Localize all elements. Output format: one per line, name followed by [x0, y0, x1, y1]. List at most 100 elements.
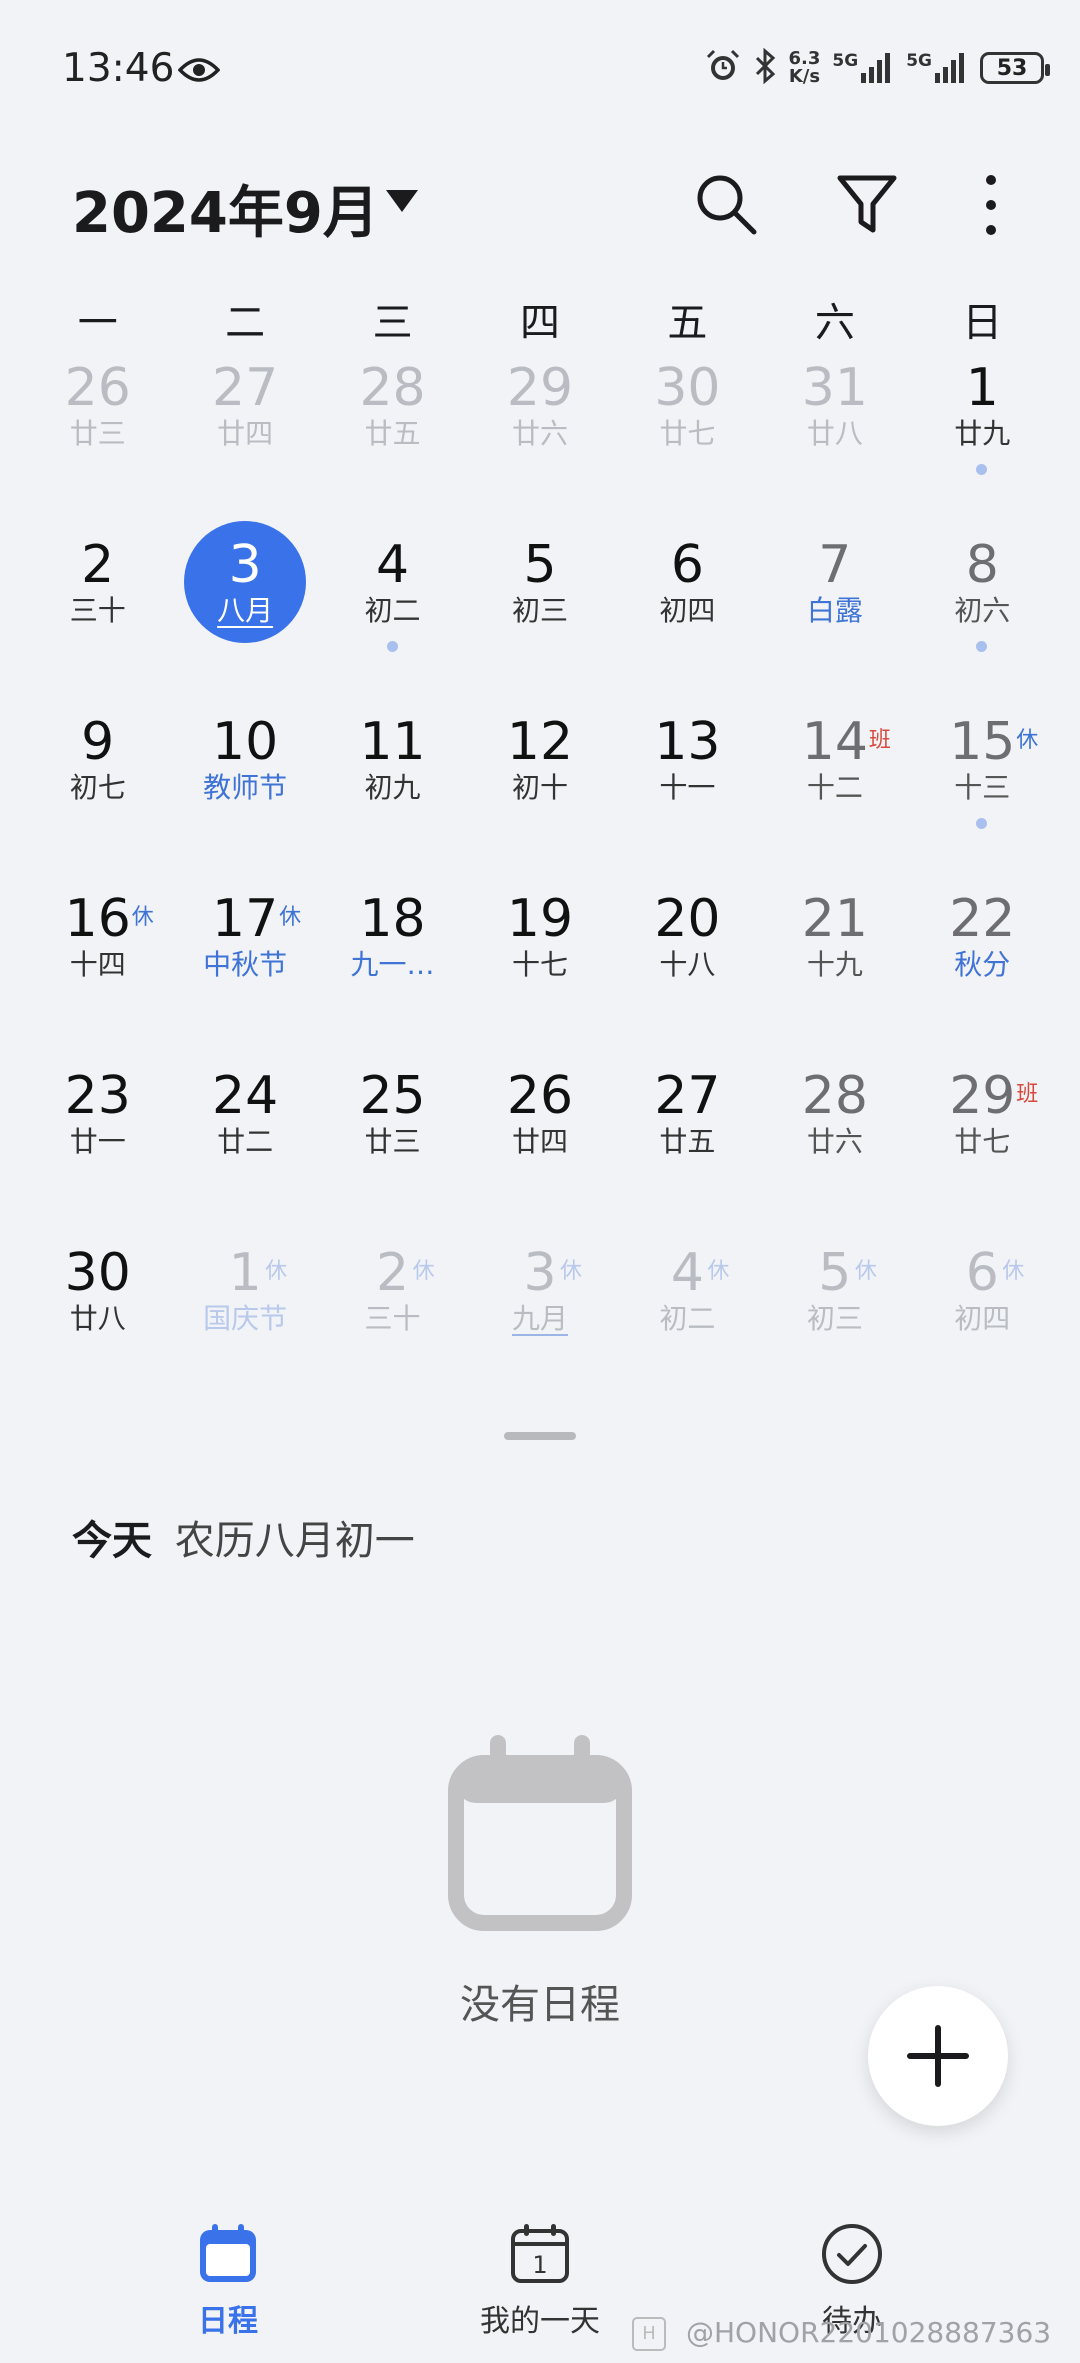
lunar-date: 十一	[659, 771, 716, 804]
nav-item-schedule[interactable]: 日程	[128, 2222, 328, 2340]
day-cell[interactable]: 4 初二 休	[614, 1245, 761, 1422]
day-cell[interactable]: 3 八月	[171, 521, 318, 714]
day-cell[interactable]: 7 白露	[761, 537, 908, 714]
day-cell[interactable]: 8 初六	[909, 537, 1056, 714]
day-cell[interactable]: 27 廿五	[614, 1068, 761, 1245]
weekday-sat: 六	[814, 300, 855, 346]
month-grid: 26 廿三 27 廿四 28 廿五 29 廿六 30 廿七 31 廿八 1 廿九 2 三十 3 八月 4 初二 5 初三 6…	[24, 360, 1056, 1422]
day-number: 13	[654, 712, 721, 772]
lunar-date: 十七	[511, 948, 568, 981]
net-speed: 6.3 K/s	[789, 50, 821, 86]
watermark: H @HONOR2201028887363	[632, 2316, 1051, 2351]
day-cell[interactable]: 23 廿一	[24, 1068, 171, 1245]
day-cell[interactable]: 30 廿七	[614, 360, 761, 537]
day-cell[interactable]: 20 十八	[614, 891, 761, 1068]
day-cell[interactable]: 12 初十	[466, 714, 613, 891]
more-button[interactable]	[946, 160, 1036, 250]
lunar-date: 十二	[806, 771, 863, 804]
search-button[interactable]	[682, 160, 772, 250]
month-title[interactable]: 2024年9月	[72, 168, 379, 249]
calendar-icon	[200, 2224, 256, 2282]
holiday-badge: 休	[559, 1259, 582, 1284]
lunar-date: 初十	[511, 771, 568, 804]
weekday-thu: 四	[519, 300, 560, 346]
lunar-date: 初九	[364, 771, 421, 804]
day-number: 31	[801, 358, 868, 418]
eye-icon	[177, 56, 221, 88]
day-cell[interactable]: 21 十九	[761, 891, 908, 1068]
day-cell[interactable]: 1 廿九	[909, 360, 1056, 537]
lunar-date: 初四	[659, 594, 716, 627]
lunar-date: 廿九	[954, 417, 1011, 450]
day-cell[interactable]: 13 十一	[614, 714, 761, 891]
day-cell[interactable]: 22 秋分	[909, 891, 1056, 1068]
day-cell[interactable]: 14 十二班	[761, 714, 908, 891]
lunar-date: 廿五	[659, 1125, 716, 1158]
workday-badge: 班	[868, 728, 891, 753]
lunar-date: 秋分	[954, 948, 1011, 981]
day-cell[interactable]: 5 初三 休	[761, 1245, 908, 1422]
lunar-date: 九月	[511, 1302, 568, 1335]
day-number: 28	[359, 358, 426, 418]
day-cell[interactable]: 16 十四休	[24, 891, 171, 1068]
day-cell[interactable]: 26 廿三	[24, 360, 171, 537]
holiday-badge: 休	[412, 1259, 435, 1284]
add-event-button[interactable]	[868, 1986, 1008, 2126]
day-cell[interactable]: 28 廿五	[319, 360, 466, 537]
day-cell[interactable]: 2 三十 休	[319, 1245, 466, 1422]
nav-label-schedule: 日程	[198, 2304, 258, 2339]
day-cell[interactable]: 1 国庆节 休	[171, 1245, 318, 1422]
bluetooth-icon	[753, 47, 777, 88]
day-number: 9	[81, 712, 115, 772]
day-number: 6	[670, 535, 704, 595]
alarm-icon	[705, 48, 741, 88]
day-cell[interactable]: 6 初四	[614, 537, 761, 714]
day-cell[interactable]: 26 廿四	[466, 1068, 613, 1245]
day-cell[interactable]: 25 廿三	[319, 1068, 466, 1245]
day-cell[interactable]: 29 廿六	[466, 360, 613, 537]
lunar-date: 初二	[659, 1302, 716, 1335]
day-cell[interactable]: 30 廿八	[24, 1245, 171, 1422]
today-label: 今天	[72, 1518, 152, 1564]
month-dropdown-icon[interactable]	[386, 190, 418, 212]
day-number: 27	[654, 1066, 721, 1126]
day-number: 30	[64, 1243, 131, 1303]
drag-handle[interactable]	[504, 1432, 576, 1440]
day-number: 10	[212, 712, 279, 772]
lunar-date: 十四	[69, 948, 126, 981]
day-number: 1	[965, 358, 999, 418]
day-cell[interactable]: 2 三十	[24, 537, 171, 714]
holiday-badge: 休	[265, 1259, 288, 1284]
holiday-badge: 休	[1002, 1259, 1025, 1284]
lunar-date: 初三	[806, 1302, 863, 1335]
day-number: 22	[949, 889, 1016, 949]
filter-button[interactable]	[822, 160, 912, 250]
day-cell[interactable]: 28 廿六	[761, 1068, 908, 1245]
day-cell[interactable]: 15 十三休	[909, 714, 1056, 891]
day-cell[interactable]: 18 九一…	[319, 891, 466, 1068]
day-cell[interactable]: 19 十七	[466, 891, 613, 1068]
day-cell[interactable]: 24 廿二	[171, 1068, 318, 1245]
signal-sim1: 5G	[832, 51, 894, 85]
lunar-date: 初三	[511, 594, 568, 627]
day-cell[interactable]: 9 初七	[24, 714, 171, 891]
battery-level: 53	[996, 55, 1028, 81]
day-cell[interactable]: 6 初四 休	[909, 1245, 1056, 1422]
day-cell[interactable]: 27 廿四	[171, 360, 318, 537]
day-cell[interactable]: 11 初九	[319, 714, 466, 891]
lunar-date: 廿七	[954, 1125, 1011, 1158]
day-cell[interactable]: 29 廿七班	[909, 1068, 1056, 1245]
day-cell[interactable]: 31 廿八	[761, 360, 908, 537]
day-number: 20	[654, 889, 721, 949]
nav-item-my-day[interactable]: 1 我的一天	[440, 2222, 640, 2340]
day-number: 8	[965, 535, 999, 595]
day-cell[interactable]: 3 九月 休	[466, 1245, 613, 1422]
day-cell[interactable]: 10 教师节	[171, 714, 318, 891]
day-cell[interactable]: 5 初三	[466, 537, 613, 714]
day-cell[interactable]: 17 中秋节休	[171, 891, 318, 1068]
more-icon	[986, 175, 996, 235]
day-cell[interactable]: 4 初二	[319, 537, 466, 714]
day-number: 4	[376, 535, 410, 595]
workday-badge: 班	[1016, 1082, 1039, 1107]
day-number: 24	[212, 1066, 279, 1126]
